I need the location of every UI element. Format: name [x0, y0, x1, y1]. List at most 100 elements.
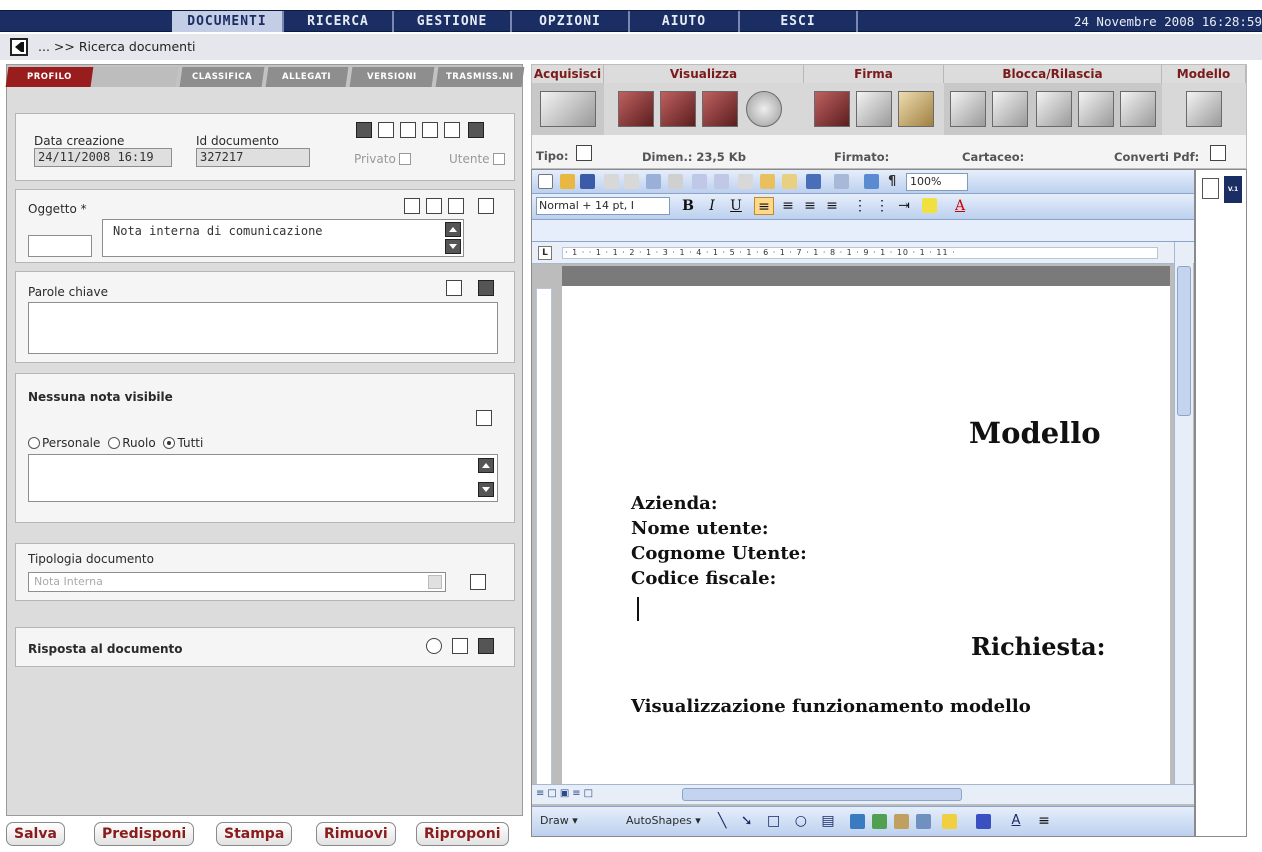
view-mode-buttons[interactable]: ≡□▣≡□ — [536, 788, 604, 801]
bold-button[interactable]: B — [678, 197, 698, 215]
undo-icon[interactable] — [806, 174, 821, 189]
print-icon[interactable] — [468, 122, 484, 138]
document-list-icon[interactable] — [422, 122, 438, 138]
view-pen-icon[interactable] — [660, 91, 696, 127]
back-button[interactable] — [10, 38, 28, 56]
note-scroll-up[interactable] — [478, 458, 494, 473]
spellcheck-icon[interactable] — [404, 198, 420, 214]
lock-icon[interactable] — [950, 91, 986, 127]
redo-icon[interactable] — [834, 174, 849, 189]
search-icon[interactable] — [426, 638, 442, 654]
tab-trasmissioni[interactable]: TRASMISS.NI — [435, 67, 525, 87]
document-icon[interactable] — [378, 122, 394, 138]
copy-icon[interactable] — [738, 174, 753, 189]
unlock-icon[interactable] — [992, 91, 1028, 127]
open-icon[interactable] — [560, 174, 575, 189]
align-left-icon[interactable]: ≡ — [754, 197, 774, 215]
horizontal-scroll-thumb[interactable] — [682, 788, 962, 801]
hyperlink-icon[interactable] — [864, 174, 879, 189]
copy-icon[interactable] — [400, 122, 416, 138]
menu-documenti[interactable]: DOCUMENTI — [172, 11, 284, 32]
note-icon[interactable] — [476, 410, 492, 426]
underline-button[interactable]: U — [726, 197, 746, 215]
template-icon[interactable] — [444, 122, 460, 138]
salva-button[interactable]: Salva — [6, 822, 65, 846]
oggetto-scroll-down[interactable] — [445, 239, 461, 254]
link-icon[interactable] — [452, 638, 468, 654]
oggetto-list-icon[interactable] — [478, 198, 494, 214]
wordart-icon[interactable] — [850, 814, 865, 829]
save-icon[interactable] — [580, 174, 595, 189]
draw-font-color-icon[interactable]: A — [1006, 812, 1026, 830]
menu-opzioni[interactable]: OPZIONI — [512, 11, 630, 32]
tab-allegati[interactable]: ALLEGATI — [265, 67, 349, 87]
tab-profilo[interactable]: PROFILO — [5, 67, 94, 87]
parole-chiave-input[interactable] — [28, 302, 498, 354]
justify-icon[interactable]: ≡ — [822, 197, 842, 215]
oggetto-code-input[interactable] — [28, 235, 92, 257]
smartcard-icon[interactable] — [898, 91, 934, 127]
stampa-button[interactable]: Stampa — [216, 822, 293, 846]
new-icon[interactable] — [538, 174, 553, 189]
font-color-icon[interactable]: A — [950, 197, 970, 215]
checkout-icon[interactable] — [1036, 91, 1072, 127]
model-icon[interactable] — [1186, 91, 1222, 127]
research-icon[interactable] — [714, 174, 729, 189]
data-creazione-field[interactable]: 24/11/2008 16:19 — [34, 148, 172, 167]
oggetto-scroll-up[interactable] — [445, 222, 461, 237]
privato-checkbox[interactable] — [398, 153, 411, 165]
format-icon[interactable] — [448, 198, 464, 214]
format-painter-icon[interactable] — [782, 174, 797, 189]
bullets-icon[interactable]: ⋮ — [872, 197, 892, 215]
clipart-icon[interactable] — [894, 814, 909, 829]
align-right-icon[interactable]: ≡ — [800, 197, 820, 215]
highlight-icon[interactable] — [922, 198, 937, 213]
diagram-icon[interactable] — [872, 814, 887, 829]
font-style-select[interactable]: Normal + 14 pt, I — [536, 197, 670, 215]
menu-aiuto[interactable]: AIUTO — [630, 11, 740, 32]
document-page[interactable]: Modello Azienda: Nome utente: Cognome Ut… — [562, 286, 1170, 790]
shape-tools[interactable]: ╲ ➘ □ ○ ▤ — [718, 813, 840, 829]
spelling-icon[interactable] — [692, 174, 707, 189]
arrow-right-icon[interactable] — [478, 638, 494, 654]
tab-stop-icon[interactable]: L — [538, 246, 552, 260]
zoom-select[interactable]: 100% — [906, 173, 968, 191]
italic-button[interactable]: I — [702, 197, 722, 215]
document-icon[interactable] — [1202, 178, 1219, 199]
file-type-icon[interactable] — [576, 145, 592, 161]
line-style-icon[interactable]: ≡ — [1034, 812, 1054, 830]
breadcrumb-text[interactable]: ... >> Ricerca documenti — [38, 39, 195, 54]
menu-ricerca[interactable]: RICERCA — [284, 11, 394, 32]
notes-icon[interactable] — [426, 198, 442, 214]
numbering-icon[interactable]: ⋮ — [850, 197, 870, 215]
radio-ruolo[interactable] — [108, 437, 121, 449]
permission-icon[interactable] — [604, 174, 619, 189]
print-icon[interactable] — [646, 174, 661, 189]
paste-icon[interactable] — [760, 174, 775, 189]
tipologia-format-icon[interactable] — [470, 574, 486, 590]
scanner-icon[interactable] — [540, 91, 596, 127]
id-documento-field[interactable]: 327217 — [196, 148, 310, 167]
view-icon[interactable] — [618, 91, 654, 127]
note-scroll-down[interactable] — [478, 482, 494, 497]
email-icon[interactable] — [624, 174, 639, 189]
utente-checkbox[interactable] — [492, 153, 505, 165]
show-formatting-icon[interactable]: ¶ — [888, 174, 903, 189]
line-color-icon[interactable] — [976, 814, 991, 829]
riproponi-button[interactable]: Riproponi — [416, 822, 509, 846]
tab-versioni[interactable]: VERSIONI — [349, 67, 435, 87]
rimuovi-button[interactable]: Rimuovi — [316, 822, 396, 846]
print-preview-icon[interactable] — [668, 174, 683, 189]
horizontal-scrollbar[interactable]: ≡□▣≡□ — [532, 784, 1194, 804]
menu-esci[interactable]: ESCI — [740, 11, 858, 32]
picture-icon[interactable] — [916, 814, 931, 829]
oggetto-textarea[interactable]: Nota interna di comunicazione — [102, 219, 464, 257]
acquire-icon[interactable] — [356, 122, 372, 138]
tipologia-select[interactable]: Nota Interna — [28, 572, 446, 592]
sign-icon[interactable] — [814, 91, 850, 127]
draw-menu[interactable]: Draw ▾ — [540, 814, 578, 827]
undo-checkout-icon[interactable] — [1078, 91, 1114, 127]
fill-color-icon[interactable] — [942, 814, 957, 829]
note-textarea[interactable] — [28, 454, 498, 502]
vertical-scrollbar[interactable] — [1174, 242, 1193, 790]
